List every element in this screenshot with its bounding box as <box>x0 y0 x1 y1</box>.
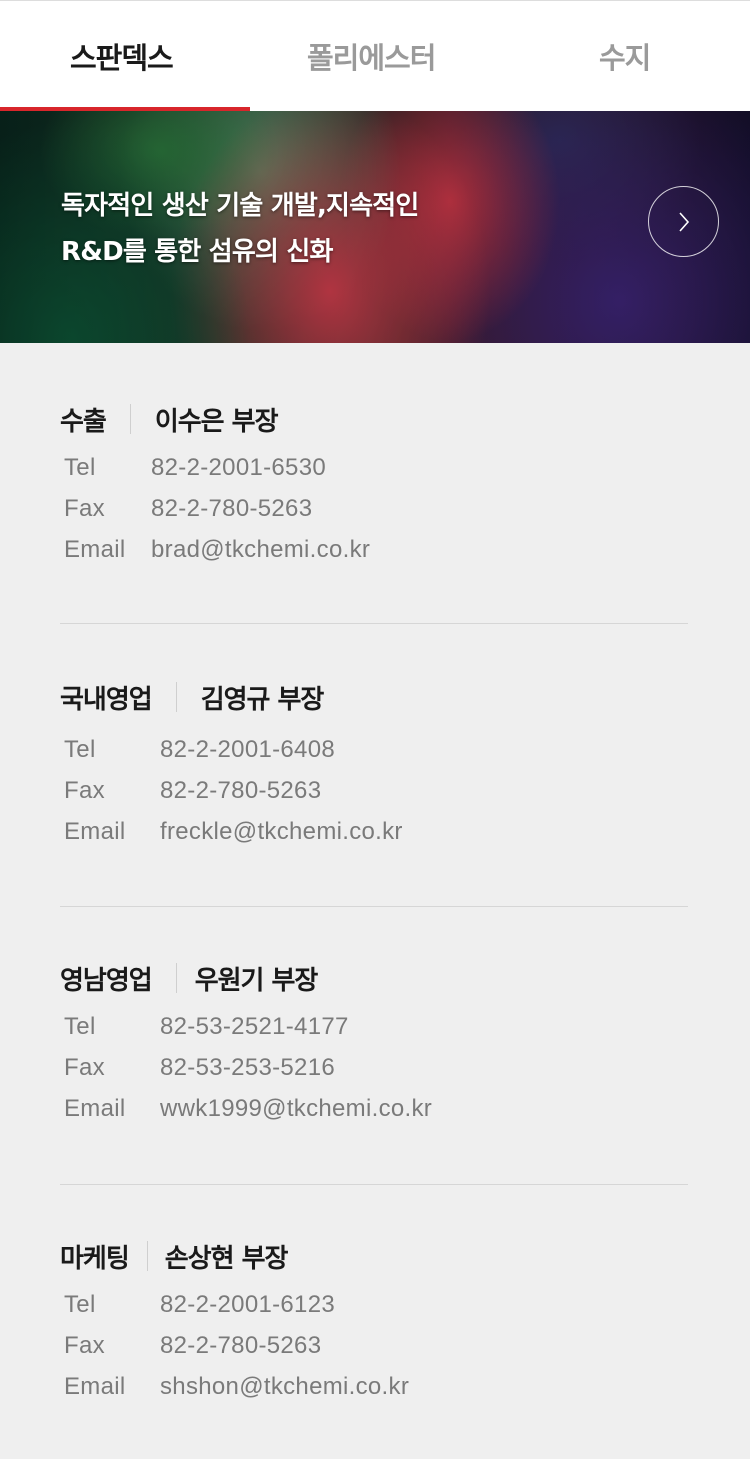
tel-label: Tel <box>64 453 96 481</box>
department-name: 국내영업 <box>60 684 153 715</box>
fax-value: 82-2-780-5263 <box>160 1331 322 1359</box>
banner-line-1: 독자적인 생산 기술 개발,지속적인 <box>61 191 419 221</box>
contact-header: 영남영업 우원기 부장 <box>60 958 688 998</box>
department-name: 영남영업 <box>60 965 153 996</box>
tel-link[interactable]: 82-53-2521-4177 <box>160 1013 349 1041</box>
department-name: 마케팅 <box>60 1243 130 1274</box>
header-separator <box>175 682 177 712</box>
tab-spandex[interactable]: 스판덱스 <box>0 1 250 112</box>
contact-card-yeongnam-sales: 영남영업 우원기 부장 Tel 82-53-2521-4177 Fax 82-53-… <box>60 958 688 1129</box>
fax-row: Fax 82-2-780-5263 <box>60 1325 688 1366</box>
contact-person: 손상현 부장 <box>164 1243 289 1274</box>
fax-value: 82-2-780-5263 <box>151 494 313 522</box>
tel-row: Tel 82-2-2001-6123 <box>60 1284 688 1325</box>
fax-label: Fax <box>64 1331 105 1359</box>
fax-row: Fax 82-2-780-5263 <box>60 488 688 529</box>
department-name: 수출 <box>60 406 107 437</box>
email-row: Email shshon@tkchemi.co.kr <box>60 1366 688 1407</box>
contact-person: 이수은 부장 <box>154 406 279 437</box>
tel-label: Tel <box>64 1012 96 1040</box>
fax-label: Fax <box>64 776 105 804</box>
contact-header: 국내영업 김영규 부장 <box>60 677 688 717</box>
email-link[interactable]: brad@tkchemi.co.kr <box>151 536 370 564</box>
contact-header: 마케팅 손상현 부장 <box>60 1236 688 1276</box>
email-link[interactable]: freckle@tkchemi.co.kr <box>160 818 403 846</box>
header-separator <box>175 963 177 993</box>
fax-row: Fax 82-2-780-5263 <box>60 770 688 811</box>
tel-link[interactable]: 82-2-2001-6408 <box>160 736 335 764</box>
tel-row: Tel 82-2-2001-6408 <box>60 729 688 770</box>
hero-banner: 독자적인 생산 기술 개발,지속적인 R&D를 통한 섬유의 신화 <box>0 111 750 343</box>
section-divider <box>60 1184 688 1185</box>
email-label: Email <box>64 817 126 845</box>
email-link[interactable]: shshon@tkchemi.co.kr <box>160 1373 409 1401</box>
email-row: Email wwk1999@tkchemi.co.kr <box>60 1088 688 1129</box>
tab-bar: 스판덱스 폴리에스터 수지 <box>0 0 750 112</box>
tel-row: Tel 82-2-2001-6530 <box>60 447 688 488</box>
tel-link[interactable]: 82-2-2001-6123 <box>160 1291 335 1319</box>
section-divider <box>60 906 688 907</box>
header-separator <box>129 404 131 434</box>
contact-card-marketing: 마케팅 손상현 부장 Tel 82-2-2001-6123 Fax 82-2-780… <box>60 1236 688 1407</box>
contact-person: 김영규 부장 <box>200 684 325 715</box>
header-separator <box>146 1241 148 1271</box>
contact-card-export: 수출 이수은 부장 Tel 82-2-2001-6530 Fax 82-2-780-… <box>60 399 688 570</box>
section-divider <box>60 623 688 624</box>
tab-label: 수지 <box>599 41 651 75</box>
email-label: Email <box>64 1372 126 1400</box>
tab-polyester[interactable]: 폴리에스터 <box>250 1 500 111</box>
fax-value: 82-53-253-5216 <box>160 1053 336 1081</box>
tab-resin[interactable]: 수지 <box>500 1 750 111</box>
tab-label: 폴리에스터 <box>307 41 436 75</box>
banner-line-2: R&D를 통한 섬유의 신화 <box>61 237 333 267</box>
fax-value: 82-2-780-5263 <box>160 776 322 804</box>
tel-label: Tel <box>64 735 96 763</box>
tel-link[interactable]: 82-2-2001-6530 <box>151 454 326 482</box>
fax-label: Fax <box>64 1053 105 1081</box>
email-label: Email <box>64 1094 126 1122</box>
tel-row: Tel 82-53-2521-4177 <box>60 1006 688 1047</box>
tel-label: Tel <box>64 1290 96 1318</box>
email-label: Email <box>64 535 126 563</box>
contact-header: 수출 이수은 부장 <box>60 399 688 439</box>
contact-card-domestic-sales: 국내영업 김영규 부장 Tel 82-2-2001-6408 Fax 82-2-78… <box>60 677 688 852</box>
chevron-right-icon <box>678 211 689 232</box>
tab-label: 스판덱스 <box>70 41 174 75</box>
email-link[interactable]: wwk1999@tkchemi.co.kr <box>160 1095 432 1123</box>
email-row: Email freckle@tkchemi.co.kr <box>60 811 688 852</box>
email-row: Email brad@tkchemi.co.kr <box>60 529 688 570</box>
contact-person: 우원기 부장 <box>194 965 319 996</box>
fax-label: Fax <box>64 494 105 522</box>
banner-next-button[interactable] <box>648 186 719 257</box>
fax-row: Fax 82-53-253-5216 <box>60 1047 688 1088</box>
banner-headline: 독자적인 생산 기술 개발,지속적인 R&D를 통한 섬유의 신화 <box>61 183 419 275</box>
